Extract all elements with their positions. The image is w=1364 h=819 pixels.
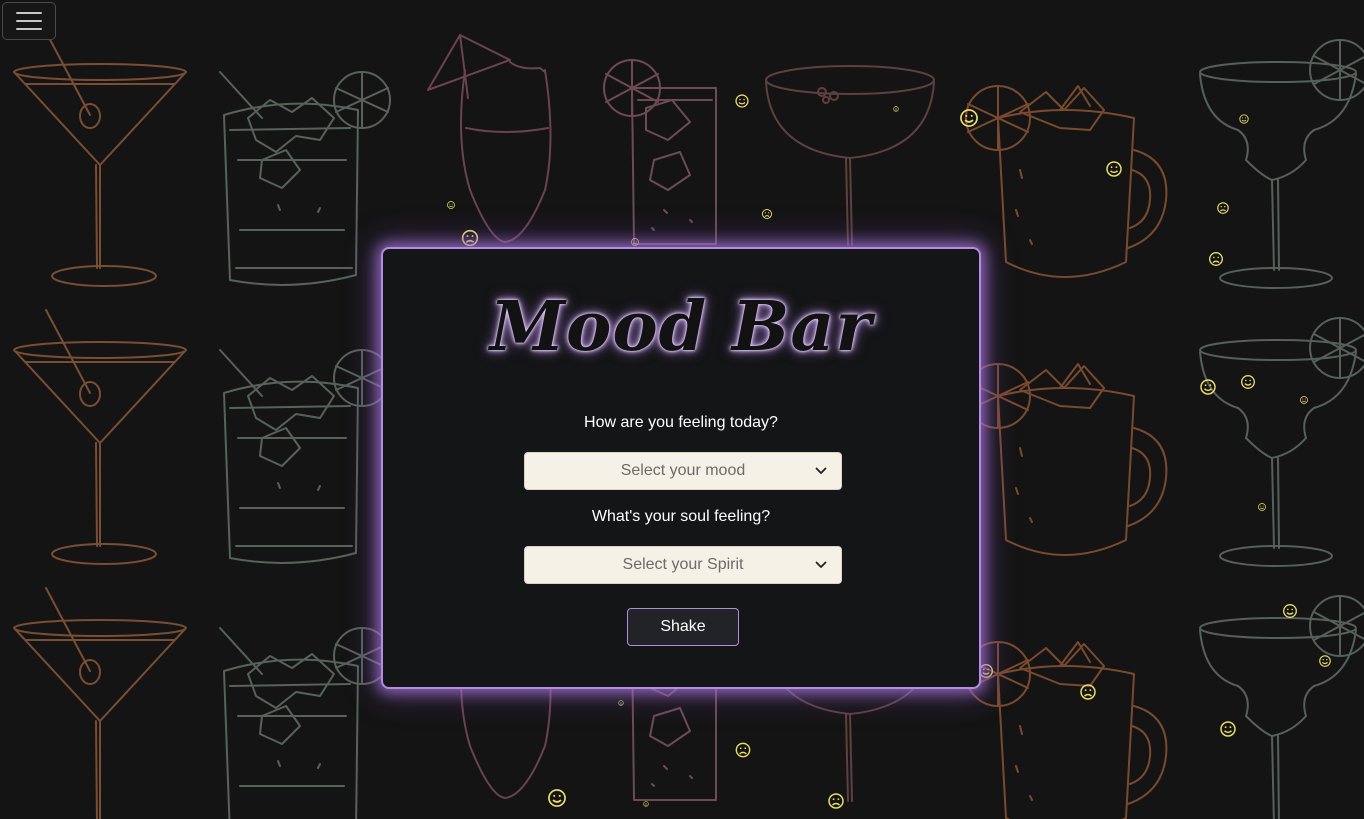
chevron-down-icon (815, 561, 827, 568)
mood-card: Mood Bar How are you feeling today? Sele… (381, 247, 981, 689)
spirit-select[interactable]: Select your Spirit (524, 546, 842, 584)
mood-question-label: How are you feeling today? (584, 414, 778, 431)
chevron-down-icon (815, 467, 827, 474)
shake-button[interactable]: Shake (627, 608, 739, 646)
hamburger-icon (16, 12, 42, 30)
mood-select[interactable]: Select your mood (524, 452, 842, 490)
mood-select-placeholder: Select your mood (620, 462, 746, 479)
menu-toggle-button[interactable] (2, 2, 56, 40)
spirit-question-label: What's your soul feeling? (591, 508, 771, 525)
spirit-select-placeholder: Select your Spirit (622, 556, 744, 573)
app-title: Mood Bar (489, 287, 873, 367)
